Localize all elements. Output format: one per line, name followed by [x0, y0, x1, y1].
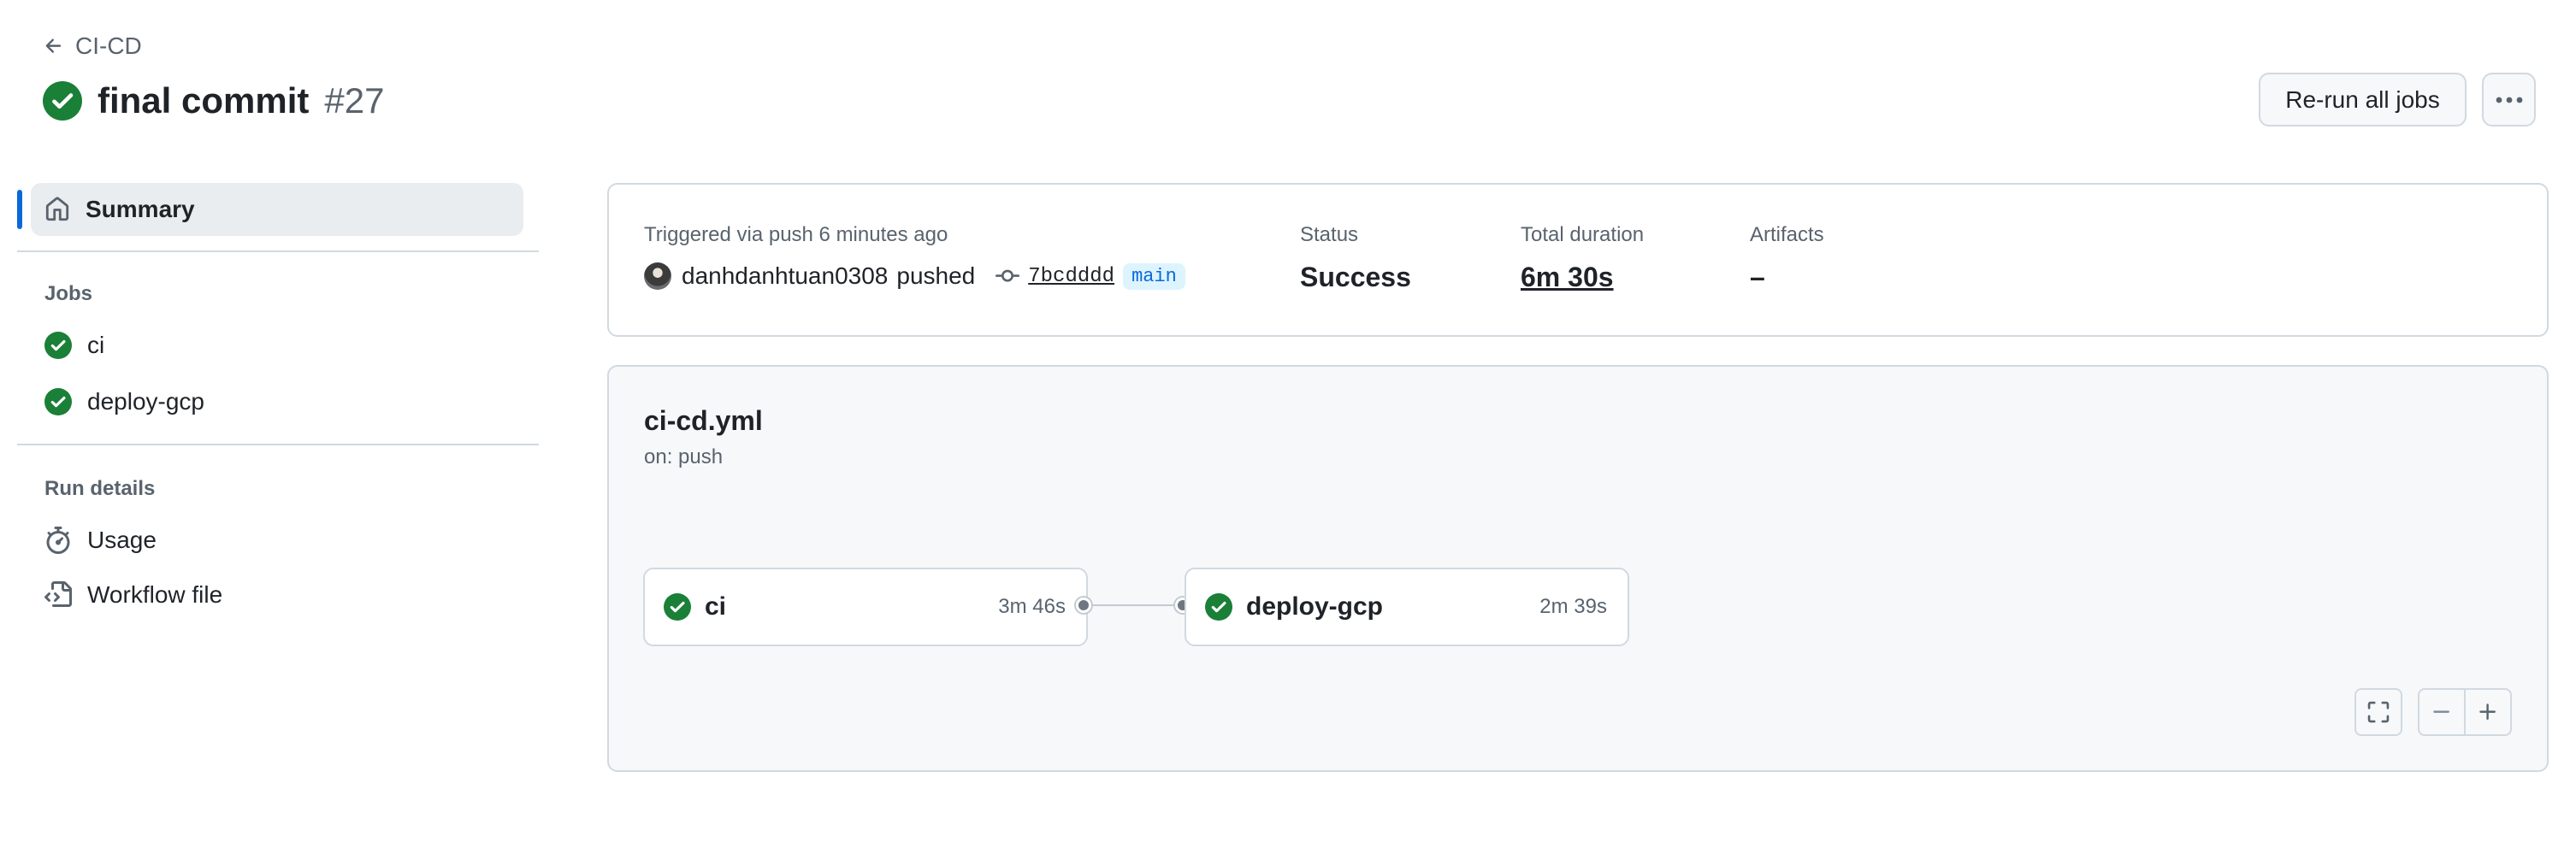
duration-value[interactable]: 6m 30s — [1521, 262, 1614, 293]
plus-icon — [2477, 701, 2499, 723]
sidebar-job-label: deploy-gcp — [87, 388, 204, 415]
sidebar-item-summary[interactable]: Summary — [31, 183, 523, 236]
sidebar-item-job-ci[interactable]: ci — [44, 332, 104, 359]
kebab-horizontal-icon — [2495, 96, 2524, 104]
push-info: danhdanhtuan0308 pushed 7bcdddd main — [644, 262, 1185, 290]
git-commit-icon — [996, 264, 1020, 288]
artifacts-label: Artifacts — [1750, 223, 1824, 246]
sidebar-item-usage[interactable]: Usage — [44, 527, 157, 554]
run-summary-card: Triggered via push 6 minutes ago danhdan… — [607, 183, 2549, 337]
job-duration: 2m 39s — [1539, 595, 1607, 618]
fullscreen-button[interactable] — [2354, 688, 2402, 736]
job-name: deploy-gcp — [1246, 592, 1384, 621]
screen-full-icon — [2366, 700, 2390, 724]
sidebar-divider — [17, 250, 539, 252]
sidebar-item-workflow-file[interactable]: Workflow file — [44, 581, 222, 609]
workflow-trigger: on: push — [644, 445, 724, 468]
jobs-heading: Jobs — [44, 282, 93, 305]
sidebar-item-summary-label: Summary — [86, 196, 195, 222]
active-indicator — [17, 190, 22, 229]
duration-label: Total duration — [1521, 223, 1645, 246]
status-value: Success — [1300, 262, 1411, 292]
commit-sha-link[interactable]: 7bcdddd — [1028, 265, 1114, 288]
job-node-ci[interactable]: ci 3m 46s — [643, 568, 1088, 646]
sidebar-divider — [17, 444, 539, 445]
zoom-in-button[interactable] — [2464, 688, 2512, 736]
rerun-all-jobs-button[interactable]: Re-run all jobs — [2259, 73, 2467, 127]
more-options-button[interactable] — [2482, 73, 2536, 127]
trigger-info: Triggered via push 6 minutes ago — [644, 223, 948, 246]
status-label: Status — [1300, 223, 1359, 246]
sidebar-job-label: ci — [87, 332, 105, 358]
workflow-file-name: ci-cd.yml — [644, 405, 763, 436]
sidebar-item-workflow-file-label: Workflow file — [87, 581, 223, 608]
artifacts-value: – — [1750, 262, 1765, 292]
run-details-heading: Run details — [44, 477, 156, 500]
check-circle-fill-icon — [664, 593, 691, 621]
sidebar: Summary Jobs ci deploy-gcp Run details U… — [0, 0, 547, 848]
avatar[interactable] — [644, 262, 671, 290]
file-code-icon — [44, 581, 72, 609]
push-action: pushed — [896, 262, 976, 289]
job-duration: 3m 46s — [998, 595, 1066, 618]
check-circle-fill-icon — [1205, 593, 1232, 621]
job-node-deploy-gcp[interactable]: deploy-gcp 2m 39s — [1185, 568, 1629, 646]
sidebar-item-usage-label: Usage — [87, 527, 157, 553]
actor-link[interactable]: danhdanhtuan0308 — [682, 262, 888, 290]
branch-tag[interactable]: main — [1123, 262, 1185, 290]
minus-icon — [2431, 701, 2453, 723]
home-icon — [44, 197, 70, 222]
zoom-out-button[interactable] — [2418, 688, 2466, 736]
job-name: ci — [705, 592, 727, 621]
check-circle-fill-icon — [44, 332, 72, 359]
stopwatch-icon — [44, 527, 72, 554]
connector-dot — [1076, 598, 1091, 613]
sidebar-item-job-deploy-gcp[interactable]: deploy-gcp — [44, 388, 204, 415]
job-connector — [1086, 604, 1187, 606]
check-circle-fill-icon — [44, 388, 72, 415]
